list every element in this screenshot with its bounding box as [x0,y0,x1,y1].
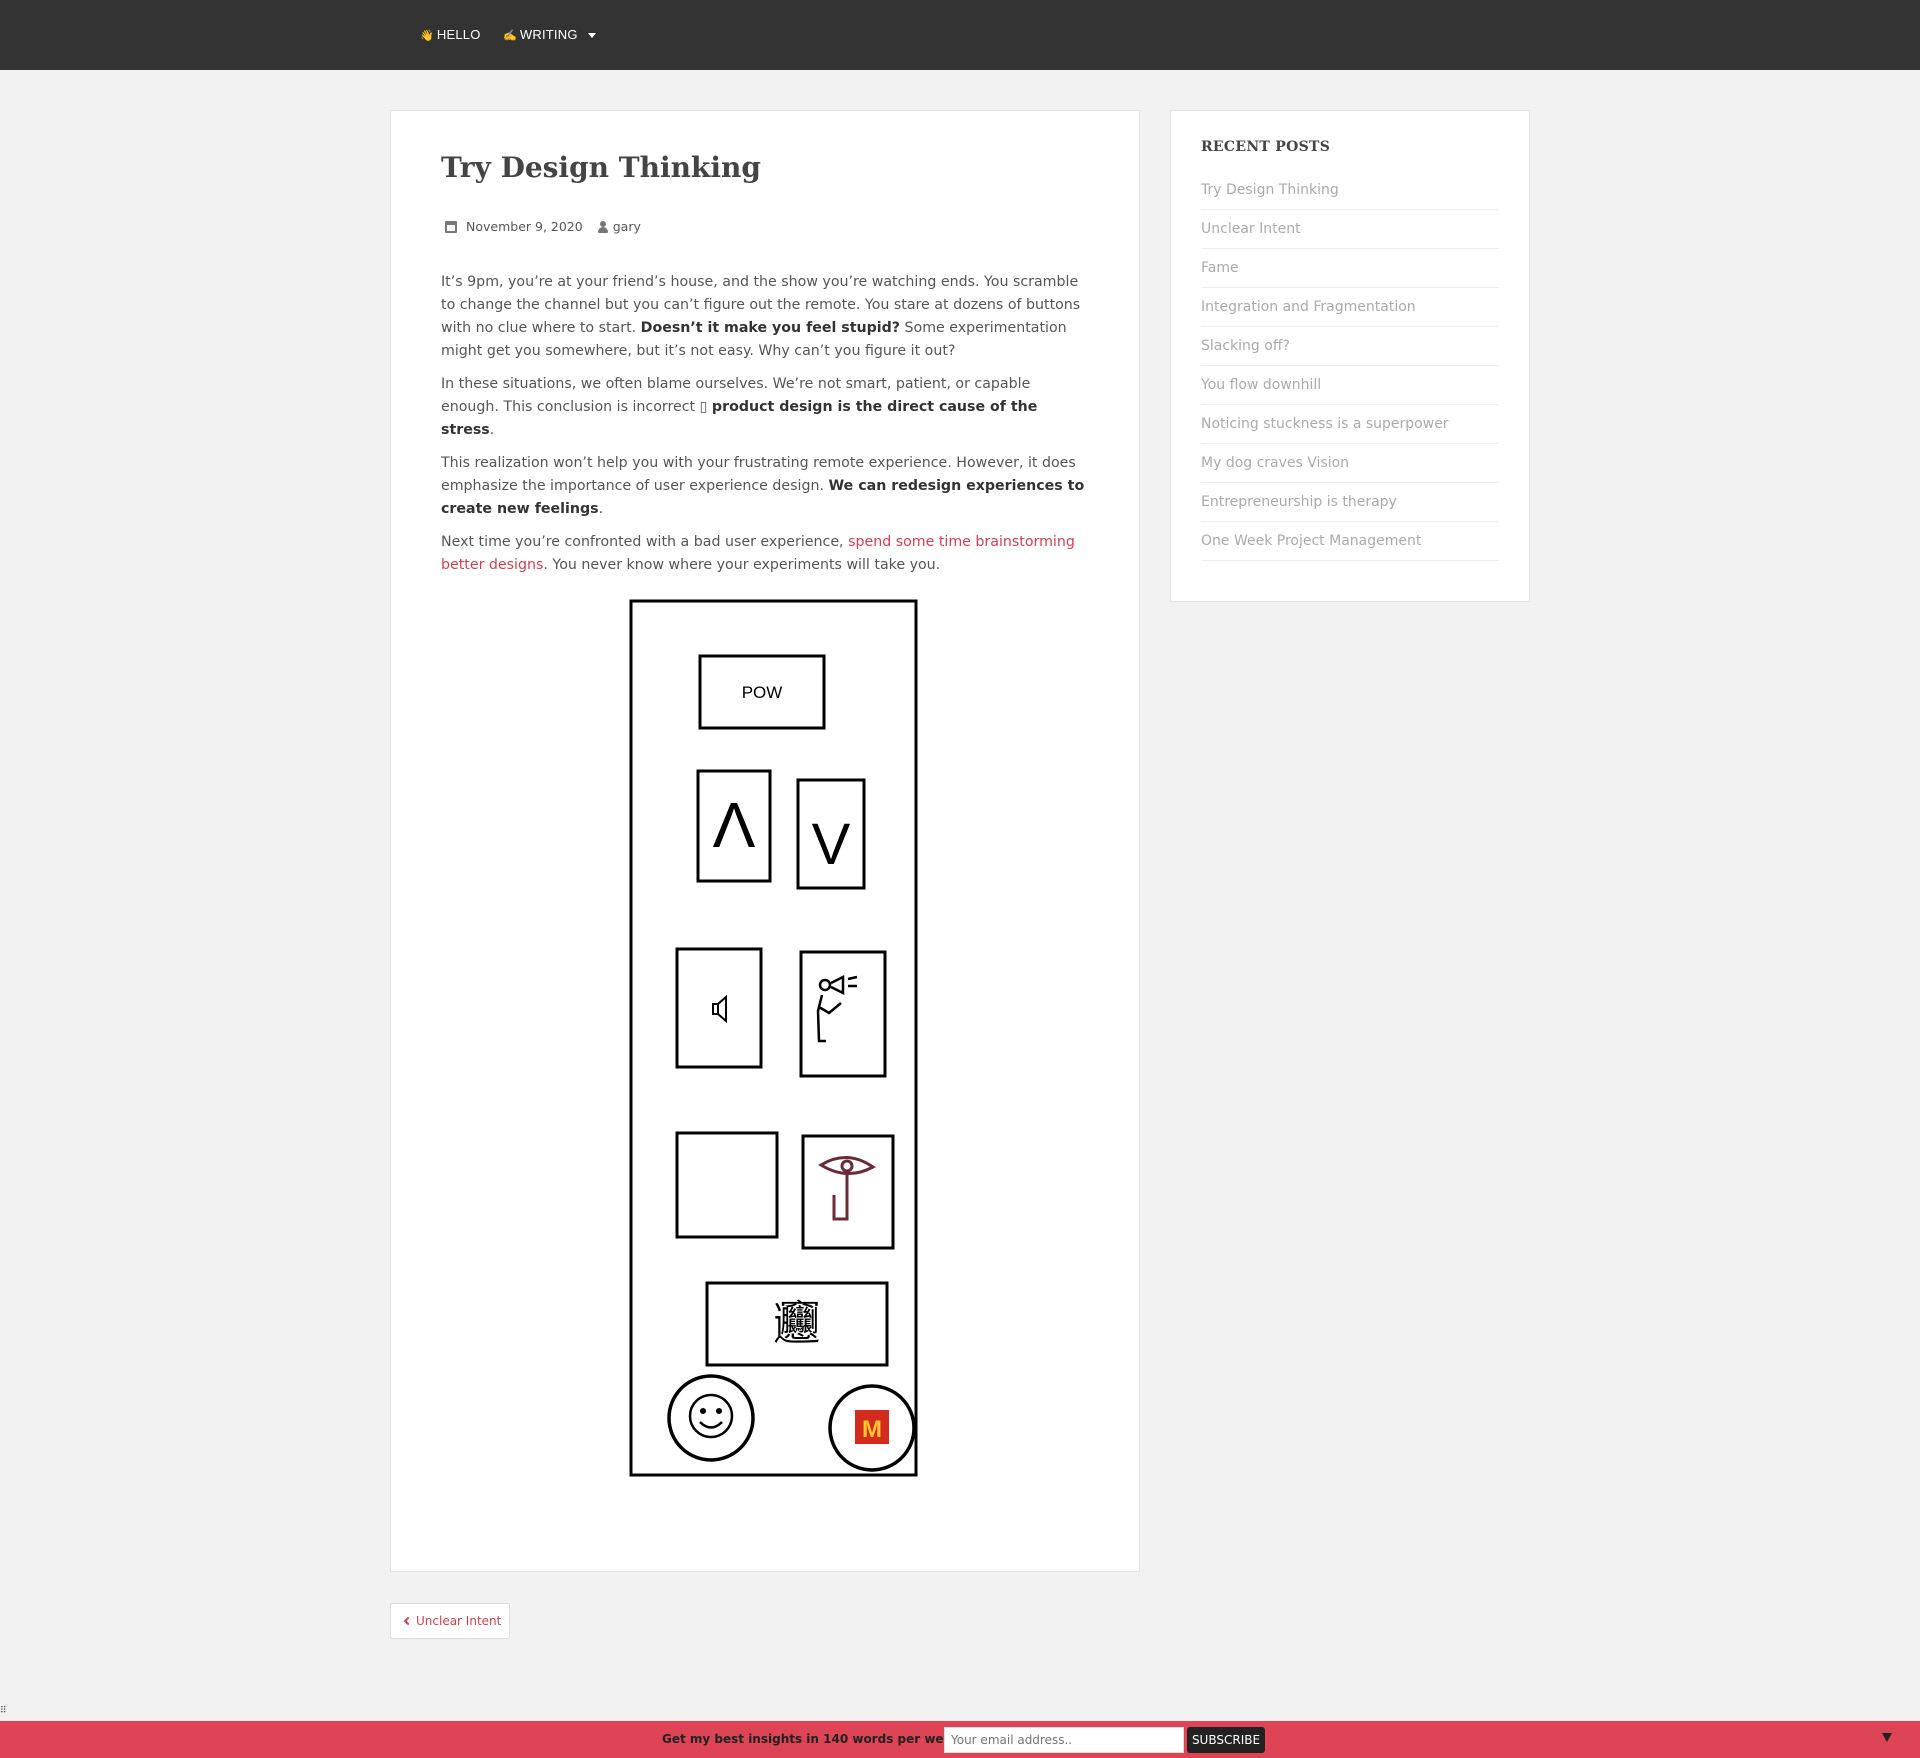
writing-hand-icon: ✍️ [503,30,517,42]
waving-hand-icon: 👋 [420,30,434,42]
channel-down-label: V [812,812,851,877]
text: Next time you’re confronted with a bad u… [441,534,849,550]
post-article: Try Design Thinking November 9, 2020 gar… [390,110,1140,1572]
user-icon [597,220,609,233]
recent-post-link[interactable]: Entrepreneurship is therapy [1201,483,1499,522]
post-author[interactable]: gary [613,219,641,234]
power-button-label: POW [742,683,783,702]
subscribe-bar: Get my best insights in 140 words per we… [0,1721,1920,1758]
previous-post-label: Unclear Intent [416,1614,502,1628]
post-title: Try Design Thinking [441,151,761,184]
remote-control-drawing: POW Λ V 𰻞 M [629,599,918,1477]
calendar-icon [445,220,457,233]
subscribe-button[interactable]: SUBSCRIBE [1187,1727,1265,1753]
paragraph: It’s 9pm, you’re at your friend’s house,… [441,271,1091,363]
text: . [489,422,495,438]
nav-item-hello[interactable]: 👋 HELLO [420,0,481,70]
recent-post-link[interactable]: Unclear Intent [1201,210,1499,249]
subscribe-text: Get my best insights in 140 words per we… [662,1732,965,1746]
text: . [598,501,604,517]
chevron-left-icon [403,1616,413,1626]
nav-item-writing[interactable]: ✍️ WRITING [503,0,596,70]
recent-post-link[interactable]: Noticing stuckness is a superpower [1201,405,1499,444]
paragraph: Next time you’re confronted with a bad u… [441,531,1091,577]
recent-post-link[interactable]: Fame [1201,249,1499,288]
email-field[interactable] [944,1727,1184,1753]
channel-up-label: Λ [713,789,756,861]
announce-button-box [799,950,887,1078]
logo-letter: M [862,1416,882,1443]
post-date[interactable]: November 9, 2020 [466,219,583,234]
recent-post-link[interactable]: You flow downhill [1201,366,1499,405]
widget-title: RECENT POSTS [1201,139,1331,155]
blank-button-box [675,1131,779,1239]
recent-posts-list: Try Design Thinking Unclear Intent Fame … [1201,171,1499,561]
paragraph: This realization won’t help you with you… [441,452,1091,521]
post-body: It’s 9pm, you’re at your friend’s house,… [441,271,1091,587]
caret-down-icon[interactable] [587,33,596,39]
top-navigation: 👋 HELLO ✍️ WRITING [0,0,1920,70]
bold-text: Doesn’t it make you feel stupid? [640,320,901,336]
recent-post-link[interactable]: One Week Project Management [1201,522,1499,561]
recent-post-link[interactable]: Slacking off? [1201,327,1499,366]
collapse-arrow-icon[interactable] [1882,1733,1892,1742]
corner-handle-icon: ⠿ [0,1706,7,1716]
paragraph: In these situations, we often blame ours… [441,373,1091,442]
text: . You never know where your experiments … [543,557,941,573]
glyph-button-label: 𰻞 [774,1296,820,1350]
smiley-button [667,1374,755,1462]
recent-posts-widget: RECENT POSTS Try Design Thinking Unclear… [1170,110,1530,602]
previous-post-button[interactable]: Unclear Intent [390,1603,510,1639]
nav-item-label: WRITING [519,27,578,42]
post-meta: November 9, 2020 gary [445,219,641,234]
recent-post-link[interactable]: My dog craves Vision [1201,444,1499,483]
nav-item-label: HELLO [436,27,481,42]
recent-post-link[interactable]: Try Design Thinking [1201,171,1499,210]
recent-post-link[interactable]: Integration and Fragmentation [1201,288,1499,327]
